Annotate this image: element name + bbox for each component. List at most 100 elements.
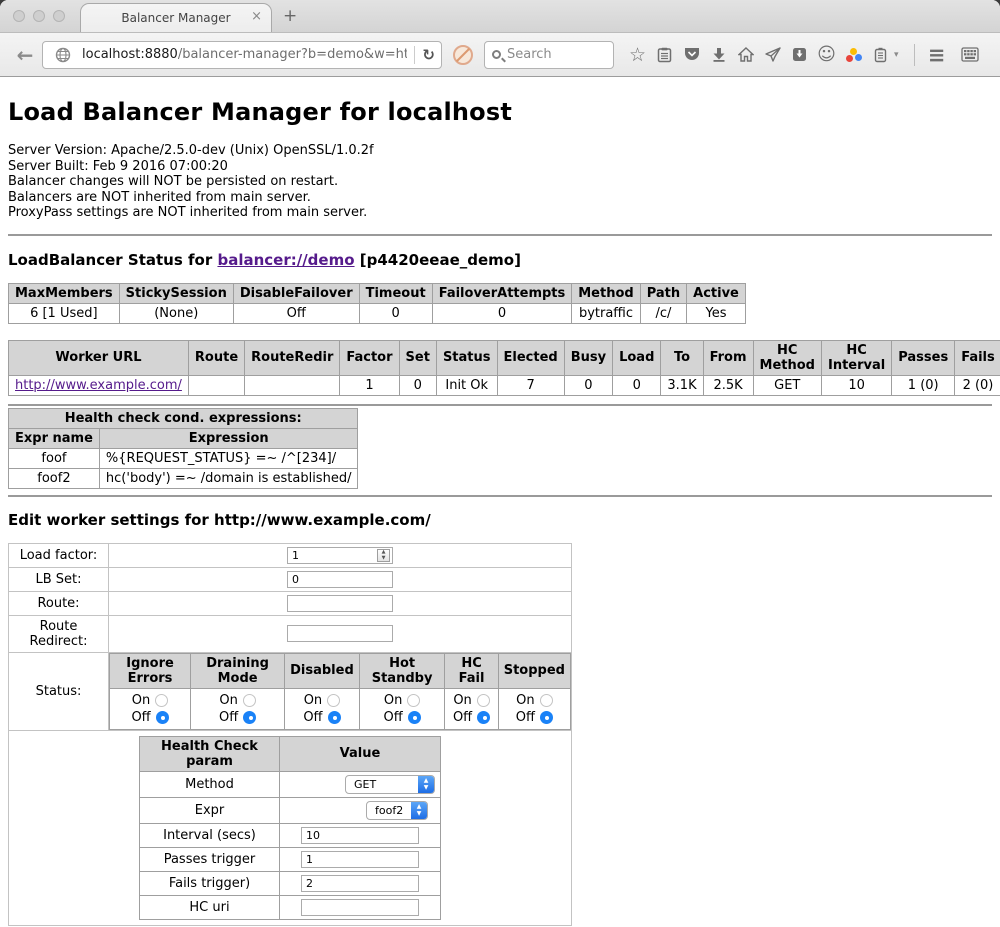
col-failoverattempts: FailoverAttempts — [432, 283, 572, 303]
globe-icon — [49, 43, 76, 67]
cell-failoverattempts: 0 — [432, 303, 572, 323]
hc-interval-row: Interval (secs) — [140, 823, 441, 847]
new-tab-button[interactable]: + — [283, 6, 297, 26]
hc-uri-input[interactable] — [301, 899, 419, 916]
divider — [8, 404, 992, 406]
url-text[interactable]: localhost:8880/balancer-manager?b=demo&w… — [82, 47, 407, 62]
cell-from: 2.5K — [703, 375, 753, 395]
hc-interval-label: Interval (secs) — [140, 823, 280, 847]
search-placeholder: Search — [507, 47, 552, 62]
downloads-icon[interactable] — [705, 43, 732, 67]
hc-fail-on-radio[interactable] — [477, 694, 490, 707]
col-elected: Elected — [497, 340, 564, 375]
disabled-off-radio[interactable] — [328, 711, 341, 724]
col-stickysession: StickySession — [119, 283, 233, 303]
off-label: Off — [383, 709, 402, 726]
hc-expressions-table: Health check cond. expressions: Expr nam… — [8, 408, 358, 489]
search-input[interactable]: Search — [484, 41, 614, 69]
hc-expr-select[interactable]: foof2▲▼ — [366, 801, 428, 820]
off-label: Off — [516, 709, 535, 726]
bookmark-star-icon[interactable]: ☆ — [624, 43, 651, 67]
number-stepper-icon[interactable]: ▲▼ — [377, 549, 390, 562]
minimize-window-icon[interactable] — [33, 10, 45, 22]
hc-expr-row-foof2: foof2 hc('body') =~ /domain is establish… — [9, 468, 358, 488]
col-set: Set — [399, 340, 436, 375]
battery-panel-icon[interactable] — [867, 43, 894, 67]
chevron-down-icon[interactable]: ▾ — [894, 50, 906, 60]
reload-icon[interactable]: ↻ — [422, 46, 435, 64]
balancer-header-row: MaxMembers StickySession DisableFailover… — [9, 283, 746, 303]
back-button[interactable]: ← — [10, 40, 40, 70]
col-expression: Expression — [99, 428, 358, 448]
colorful-dots-icon[interactable] — [840, 43, 867, 67]
zoom-window-icon[interactable] — [53, 10, 65, 22]
reading-list-icon[interactable] — [651, 43, 678, 67]
urlbar-divider — [414, 46, 415, 64]
cell-expr-name: foof2 — [9, 468, 100, 488]
hc-passes-input[interactable] — [301, 851, 419, 868]
col-hot-standby: Hot Standby — [359, 653, 445, 688]
cell-set: 0 — [399, 375, 436, 395]
ignore-errors-on-radio[interactable] — [155, 694, 168, 707]
close-window-icon[interactable] — [13, 10, 25, 22]
cell-elected: 7 — [497, 375, 564, 395]
hc-fail-radios: On Off — [445, 688, 498, 729]
hc-expr-row-foof: foof %{REQUEST_STATUS} =~ /^[234]/ — [9, 448, 358, 468]
col-method: Method — [572, 283, 640, 303]
stopped-off-radio[interactable] — [540, 711, 553, 724]
menu-icon[interactable]: ≡ — [923, 43, 950, 67]
home-icon[interactable] — [732, 43, 759, 67]
route-redirect-label: Route Redirect: — [9, 615, 109, 652]
url-domain: localhost:8880 — [82, 47, 178, 62]
tab-bar: Balancer Manager × + — [0, 0, 1000, 32]
hc-fails-input[interactable] — [301, 875, 419, 892]
disabled-on-radio[interactable] — [327, 694, 340, 707]
hc-method-select[interactable]: GET▲▼ — [345, 775, 435, 794]
balancer-demo-link[interactable]: balancer://demo — [217, 251, 354, 269]
load-factor-row: Load factor: ▲▼ — [9, 543, 572, 567]
ignore-errors-radios: On Off — [110, 688, 191, 729]
hot-standby-on-radio[interactable] — [407, 694, 420, 707]
draining-mode-off-radio[interactable] — [243, 711, 256, 724]
col-active: Active — [687, 283, 746, 303]
balancer-heading-suffix: [p4420eeae_demo] — [355, 251, 521, 269]
hc-expr-label: Expr — [140, 797, 280, 823]
server-info: Server Version: Apache/2.5.0-dev (Unix) … — [8, 143, 992, 221]
tab-balancer-manager[interactable]: Balancer Manager × — [80, 3, 272, 32]
lb-set-label: LB Set: — [9, 567, 109, 591]
on-label: On — [384, 692, 402, 709]
col-from: From — [703, 340, 753, 375]
status-header-row: Ignore Errors Draining Mode Disabled Hot… — [110, 653, 571, 688]
worker-url-link[interactable]: http://www.example.com/ — [15, 378, 182, 393]
col-hc-fail: HC Fail — [445, 653, 498, 688]
keyboard-grid-icon[interactable] — [956, 43, 983, 67]
hc-expr-value: foof2 — [367, 804, 411, 817]
hc-fail-off-radio[interactable] — [477, 711, 490, 724]
route-input[interactable] — [287, 595, 393, 612]
content-block-icon[interactable] — [453, 45, 473, 65]
save-page-icon[interactable] — [786, 43, 813, 67]
hc-passes-label: Passes trigger — [140, 847, 280, 871]
stopped-on-radio[interactable] — [540, 694, 553, 707]
route-redirect-input[interactable] — [287, 625, 393, 642]
pocket-icon[interactable] — [678, 43, 705, 67]
send-tab-icon[interactable] — [759, 43, 786, 67]
cell-route — [188, 375, 244, 395]
forum-smiley-icon[interactable]: ☺ — [813, 43, 840, 67]
ignore-errors-off-radio[interactable] — [156, 711, 169, 724]
draining-mode-on-radio[interactable] — [243, 694, 256, 707]
balancer-status-heading: LoadBalancer Status for balancer://demo … — [8, 251, 992, 269]
cell-factor: 1 — [340, 375, 399, 395]
hc-expr-table-title: Health check cond. expressions: — [9, 408, 358, 428]
balancer-heading-prefix: LoadBalancer Status for — [8, 251, 217, 269]
close-tab-icon[interactable]: × — [251, 9, 262, 24]
divider — [8, 495, 992, 497]
health-check-param-table: Health Check param Value Method GET▲▼ Ex… — [139, 736, 441, 920]
url-bar[interactable]: localhost:8880/balancer-manager?b=demo&w… — [42, 41, 442, 69]
cell-method: bytraffic — [572, 303, 640, 323]
hot-standby-off-radio[interactable] — [408, 711, 421, 724]
lb-set-input[interactable] — [287, 571, 393, 588]
hc-interval-input[interactable] — [301, 827, 419, 844]
off-label: Off — [453, 709, 472, 726]
col-busy: Busy — [564, 340, 612, 375]
